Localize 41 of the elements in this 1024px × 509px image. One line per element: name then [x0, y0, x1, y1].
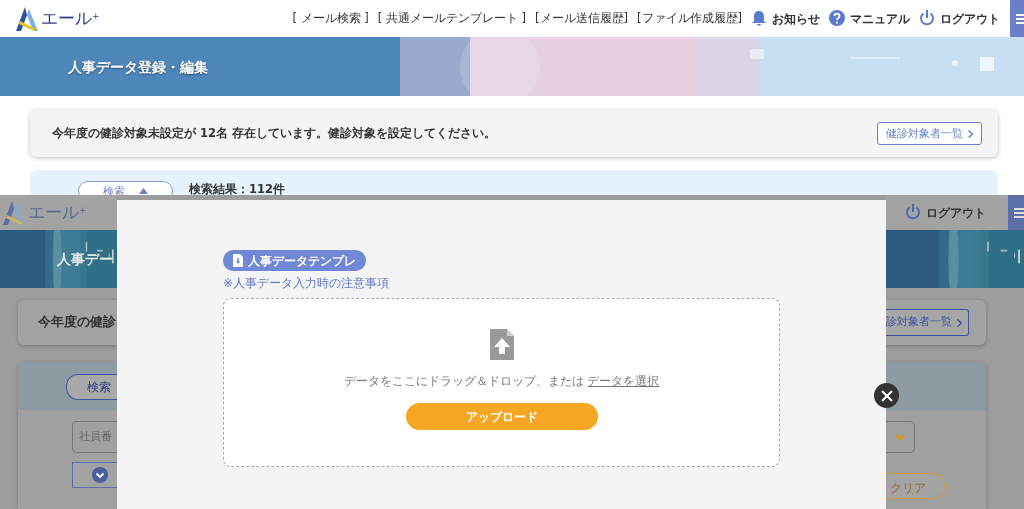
menu-icon	[1012, 206, 1024, 219]
alert-message: 今年度の健診	[38, 313, 116, 332]
target-list-button[interactable]: 診対象者一覧	[886, 309, 969, 336]
bell-icon	[751, 10, 767, 27]
template-download-button[interactable]: 人事データテンプレ	[223, 250, 366, 271]
nav-link[interactable]: [メール送信履歴]	[535, 9, 628, 28]
nav-link[interactable]: [ファイル作成履歴]	[637, 9, 742, 28]
chevron-down-icon	[895, 433, 905, 441]
help-icon	[829, 10, 845, 27]
logo-text: エール$^{+}$	[41, 6, 100, 30]
search-result-count: 検索結果：112件	[189, 181, 285, 195]
nav-link[interactable]: マニュアル	[829, 9, 910, 28]
nav-link[interactable]: ログアウト	[919, 9, 1000, 28]
power-icon	[905, 204, 921, 221]
logo-icon	[3, 200, 25, 225]
chevron-right-icon	[957, 318, 962, 327]
page-title: 人事データ登録・編集	[68, 58, 208, 77]
logo-text: エール$^{+}$	[28, 200, 87, 224]
chevron-down-circle-icon	[92, 467, 108, 483]
expand-button[interactable]	[72, 462, 117, 488]
power-icon	[919, 10, 935, 27]
close-icon	[880, 389, 893, 402]
chevron-right-icon	[968, 129, 973, 138]
logo-icon	[16, 6, 38, 31]
select-field[interactable]	[886, 421, 915, 453]
file-upload-icon	[489, 329, 514, 360]
drop-zone[interactable]: データをここにドラッグ＆ドロップ、または データを選択 アップロード	[223, 298, 780, 467]
search-toggle-button[interactable]: 検索	[66, 374, 117, 400]
drop-instruction: データをここにドラッグ＆ドロップ、または データを選択	[343, 373, 660, 390]
nav-link[interactable]: [ 共通メールテンプレート ]	[377, 9, 527, 28]
file-download-icon	[233, 254, 243, 267]
menu-icon	[1014, 12, 1024, 25]
menu-button[interactable]	[1008, 195, 1024, 230]
nav-link[interactable]: お知らせ	[751, 9, 820, 28]
page-title: 人事デー	[57, 250, 113, 269]
notes-link[interactable]: ※人事データ入力時の注意事項	[223, 274, 780, 292]
target-list-button[interactable]: 健診対象者一覧	[877, 121, 982, 146]
select-file-link[interactable]: データを選択	[587, 374, 660, 388]
nav-link[interactable]: [ メール検索 ]	[292, 9, 369, 28]
alert-message: 今年度の健診対象未設定が 12名 存在しています。健診対象を設定してください。	[52, 124, 496, 142]
menu-button[interactable]	[1010, 0, 1024, 37]
